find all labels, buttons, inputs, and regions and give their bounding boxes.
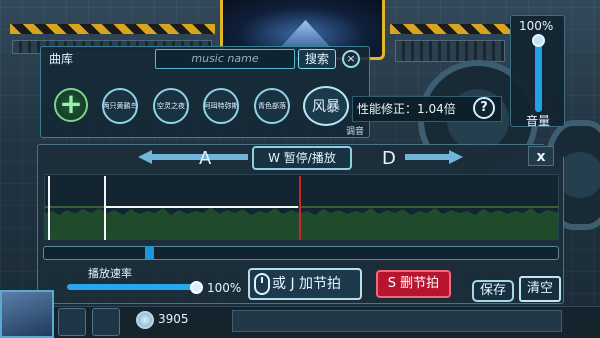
hold-beat-line: [104, 206, 298, 208]
left-key-label: A: [199, 148, 212, 169]
status-strip: [232, 310, 562, 332]
warning-stripe: [10, 24, 215, 34]
right-key-label: D: [382, 148, 396, 169]
editor-close-button[interactable]: x: [528, 146, 554, 166]
search-button[interactable]: 搜索: [298, 49, 336, 69]
volume-slider-handle[interactable]: [532, 34, 545, 47]
save-button[interactable]: 保存: [472, 280, 514, 302]
arrow-right-icon: [405, 150, 463, 164]
library-title: 曲库: [49, 52, 74, 66]
arrow-left-icon: [138, 150, 248, 164]
speed-slider[interactable]: [67, 284, 197, 290]
speed-slider-handle[interactable]: [190, 281, 203, 294]
pause-play-button[interactable]: W 暂停/播放: [252, 146, 352, 170]
song-item[interactable]: 两只黄鹂鸟: [102, 88, 138, 124]
playhead[interactable]: [299, 176, 301, 240]
wall-vent: [395, 40, 505, 62]
currency-value: 3905: [158, 312, 189, 326]
speed-percent: 100%: [207, 281, 242, 295]
volume-percent: 100%: [519, 19, 554, 33]
volume-label: 音量: [526, 114, 551, 128]
gun-icon[interactable]: [58, 308, 86, 336]
add-song-button[interactable]: +: [54, 88, 88, 122]
tune-label: 调音: [346, 127, 365, 137]
timeline-scrollbar-thumb[interactable]: [145, 246, 154, 260]
delete-beat-button[interactable]: S 删节拍: [376, 270, 451, 298]
mouse-icon: [254, 273, 270, 295]
close-icon[interactable]: ×: [342, 50, 360, 68]
help-icon[interactable]: ?: [473, 97, 495, 119]
search-input[interactable]: music name: [155, 49, 295, 69]
volume-slider[interactable]: [535, 38, 542, 112]
coin-icon: [136, 311, 154, 329]
add-beat-button[interactable]: 或 J 加节拍: [248, 268, 362, 300]
beat-marker[interactable]: [48, 176, 50, 240]
song-item[interactable]: 青色部落: [254, 88, 290, 124]
beat-marker[interactable]: [104, 176, 106, 240]
avatar[interactable]: [0, 290, 54, 338]
warning-stripe: [390, 24, 510, 34]
add-beat-label: 或 J 加节拍: [272, 276, 342, 292]
song-item[interactable]: 阿珥特弥斯: [203, 88, 239, 124]
song-item[interactable]: 空灵之夜: [153, 88, 189, 124]
song-item-selected[interactable]: 风暴: [303, 86, 349, 126]
clear-button[interactable]: 清空: [519, 276, 561, 302]
speed-label: 播放速率: [88, 267, 132, 280]
timeline-scrollbar[interactable]: [43, 246, 559, 260]
emblem-icon[interactable]: [92, 308, 120, 336]
